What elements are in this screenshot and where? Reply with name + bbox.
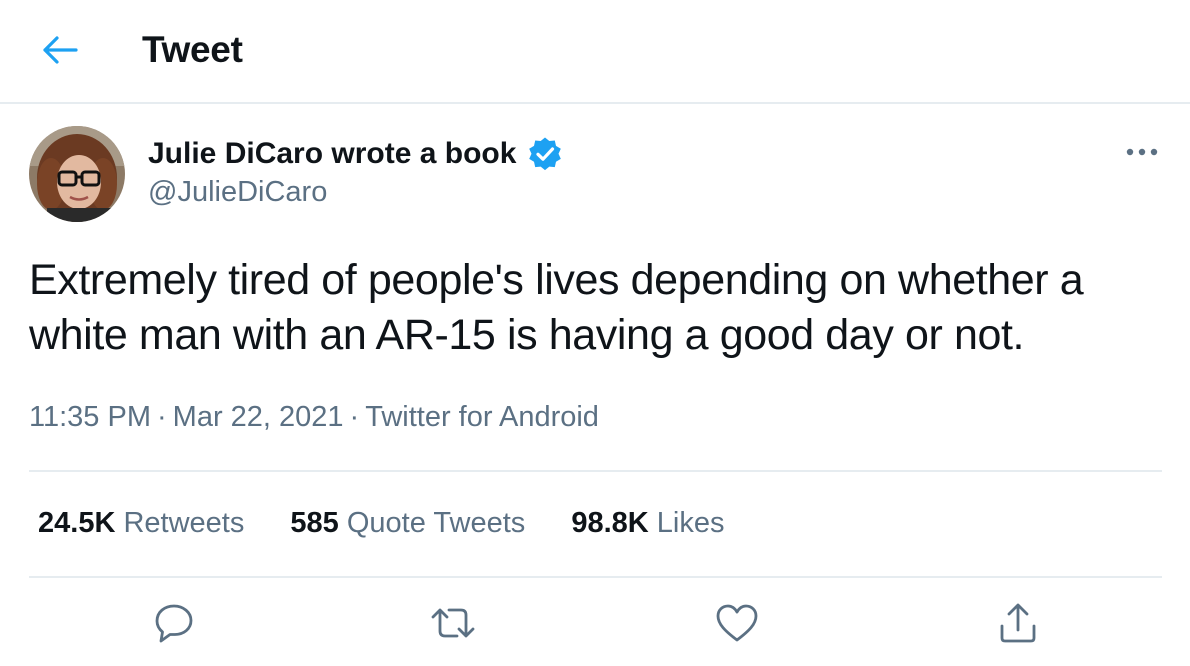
quote-tweets-count: 585 — [290, 507, 339, 539]
page-title: Tweet — [142, 29, 243, 70]
retweet-button[interactable] — [428, 598, 478, 648]
meta-separator: · — [349, 401, 360, 433]
meta-separator: · — [156, 401, 167, 433]
retweets-label: Retweets — [123, 507, 245, 539]
more-icon — [1126, 148, 1158, 156]
likes-count: 98.8K — [571, 507, 649, 539]
share-icon — [1000, 603, 1036, 643]
engagement-stats: 24.5K Retweets 585 Quote Tweets 98.8K Li… — [38, 507, 762, 540]
more-options-button[interactable] — [1124, 138, 1160, 166]
back-button[interactable] — [38, 30, 82, 70]
retweet-icon — [431, 608, 475, 638]
header-divider — [0, 102, 1190, 104]
quote-tweets-stat[interactable]: 585 Quote Tweets — [290, 507, 525, 540]
quote-tweets-label: Quote Tweets — [346, 507, 526, 539]
retweets-stat[interactable]: 24.5K Retweets — [38, 507, 244, 540]
share-button[interactable] — [993, 598, 1043, 648]
stats-divider-bottom — [29, 576, 1162, 578]
stats-divider-top — [29, 470, 1162, 472]
retweets-count: 24.5K — [38, 507, 116, 539]
author-handle[interactable]: @JulieDiCaro — [148, 176, 327, 209]
reply-button[interactable] — [149, 598, 199, 648]
tweet-text: Extremely tired of people's lives depend… — [29, 256, 1084, 359]
tweet-source[interactable]: Twitter for Android — [365, 401, 599, 433]
reply-icon — [155, 604, 193, 643]
tweet-time[interactable]: 11:35 PM — [29, 401, 151, 433]
avatar[interactable] — [29, 126, 125, 222]
like-icon — [716, 604, 758, 642]
like-button[interactable] — [712, 598, 762, 648]
tweet-metadata: 11:35 PM · Mar 22, 2021 · Twitter for Androi… — [29, 401, 599, 434]
author-display-name[interactable]: Julie DiCaro wrote a book — [148, 137, 516, 171]
likes-stat[interactable]: 98.8K Likes — [571, 507, 724, 540]
profile-photo — [29, 126, 125, 222]
verified-badge-icon — [527, 136, 563, 172]
likes-label: Likes — [656, 507, 725, 539]
arrow-left-icon — [43, 36, 78, 64]
tweet-date[interactable]: Mar 22, 2021 — [173, 401, 344, 433]
